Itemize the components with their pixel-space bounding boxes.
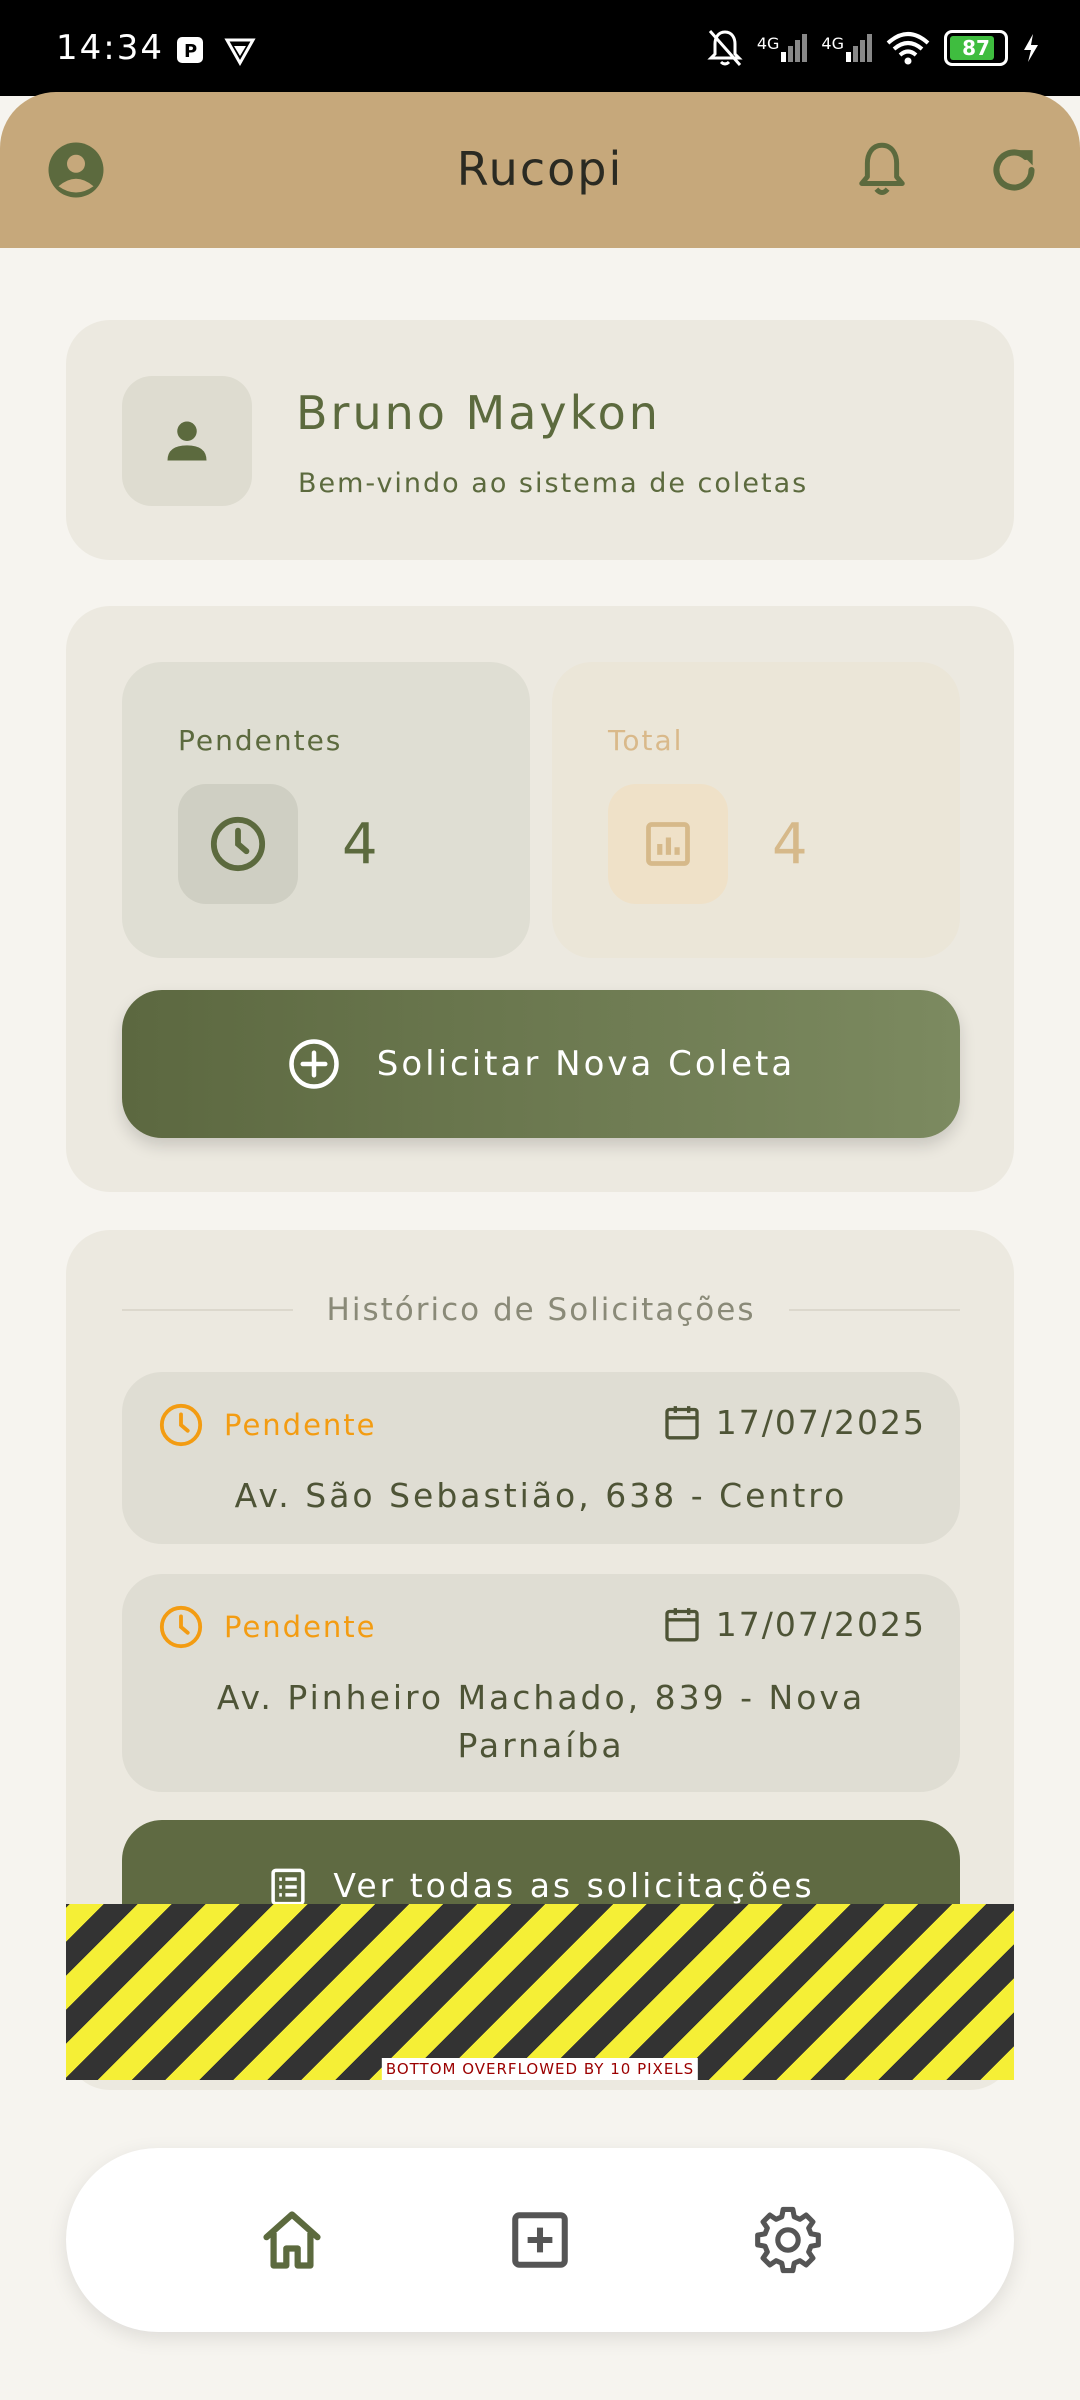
calendar-icon: [665, 1608, 699, 1642]
request-item[interactable]: Pendente 17/07/2025 Av. São Sebastião, 6…: [122, 1372, 960, 1544]
pending-count: 4: [342, 812, 378, 877]
nav-add[interactable]: [500, 2200, 580, 2280]
overflow-warning: BOTTOM OVERFLOWED BY 10 PIXELS: [66, 1904, 1014, 2080]
nav-home[interactable]: [252, 2200, 332, 2280]
bell-icon: [859, 142, 905, 195]
request-address: Av. São Sebastião, 638 - Centro: [234, 1476, 848, 1515]
chart-icon: [646, 822, 690, 866]
refresh-button[interactable]: [978, 134, 1050, 206]
divider: [789, 1309, 960, 1311]
status-label: Pendente: [224, 1610, 377, 1644]
status-label: Pendente: [224, 1408, 377, 1442]
list-icon: [271, 1868, 305, 1906]
clock-icon: [210, 816, 266, 872]
bottom-nav: [66, 2148, 1014, 2332]
nav-settings[interactable]: [748, 2200, 828, 2280]
pending-label: Pendentes: [178, 724, 343, 757]
avatar: [122, 376, 252, 506]
request-item[interactable]: Pendente 17/07/2025 Av. Pinheiro Machado…: [122, 1574, 960, 1792]
status-bar: 14:34 P 4G 4G 87: [0, 0, 1080, 96]
add-box-icon: [512, 2212, 568, 2268]
signal-icon: 4G: [821, 34, 872, 62]
history-title: Histórico de Solicitações: [326, 1292, 756, 1328]
new-request-button[interactable]: Solicitar Nova Coleta: [122, 990, 960, 1138]
clock-icon: [159, 1403, 203, 1447]
battery-level: 87: [962, 36, 990, 60]
request-status: Pendente: [158, 1604, 377, 1650]
wifi-icon: [886, 32, 930, 65]
pending-icon-box: [178, 784, 298, 904]
mute-bell-icon: [707, 30, 743, 66]
stats-card: Pendentes 4 Total 4 Solicitar Nova Colet…: [66, 606, 1014, 1192]
person-icon: [167, 421, 207, 461]
gear-icon: [755, 2206, 821, 2274]
total-count: 4: [772, 812, 808, 877]
network-type: 4G: [756, 34, 780, 53]
request-date: 17/07/2025: [662, 1604, 926, 1644]
parking-icon: P: [177, 37, 203, 63]
divider: [122, 1309, 293, 1311]
total-stat[interactable]: Total 4: [552, 662, 960, 958]
home-icon: [263, 2211, 321, 2269]
total-icon-box: [608, 784, 728, 904]
request-address: Av. Pinheiro Machado, 839 - Nova Parnaíb…: [216, 1678, 866, 1765]
battery-icon: 87: [944, 30, 1008, 66]
status-time: 14:34: [56, 28, 164, 68]
refresh-icon: [993, 149, 1035, 191]
status-right: 4G 4G 87: [707, 28, 1040, 68]
welcome-subtitle: Bem-vindo ao sistema de coletas: [298, 468, 809, 499]
new-request-label: Solicitar Nova Coleta: [376, 1044, 796, 1084]
user-name: Bruno Maykon: [296, 386, 661, 440]
vpn-icon: [224, 38, 256, 66]
total-label: Total: [608, 724, 684, 757]
request-status: Pendente: [158, 1402, 377, 1448]
clock-icon: [159, 1605, 203, 1649]
calendar-icon: [665, 1406, 699, 1440]
welcome-card: Bruno Maykon Bem-vindo ao sistema de col…: [66, 320, 1014, 560]
pending-stat[interactable]: Pendentes 4: [122, 662, 530, 958]
request-date: 17/07/2025: [662, 1402, 926, 1442]
charging-icon: [1024, 34, 1038, 62]
overflow-message: BOTTOM OVERFLOWED BY 10 PIXELS: [381, 2058, 699, 2080]
date-label: 17/07/2025: [715, 1402, 926, 1442]
app-title: Rucopi: [456, 142, 624, 196]
notifications-button[interactable]: [846, 134, 918, 206]
date-label: 17/07/2025: [715, 1604, 926, 1644]
signal-icon: 4G: [757, 34, 808, 62]
history-header: Histórico de Solicitações: [122, 1290, 960, 1330]
network-type: 4G: [821, 34, 844, 53]
add-circle-icon: [289, 1039, 339, 1089]
app-bar: Rucopi: [0, 92, 1080, 248]
svg-text:P: P: [184, 41, 197, 62]
